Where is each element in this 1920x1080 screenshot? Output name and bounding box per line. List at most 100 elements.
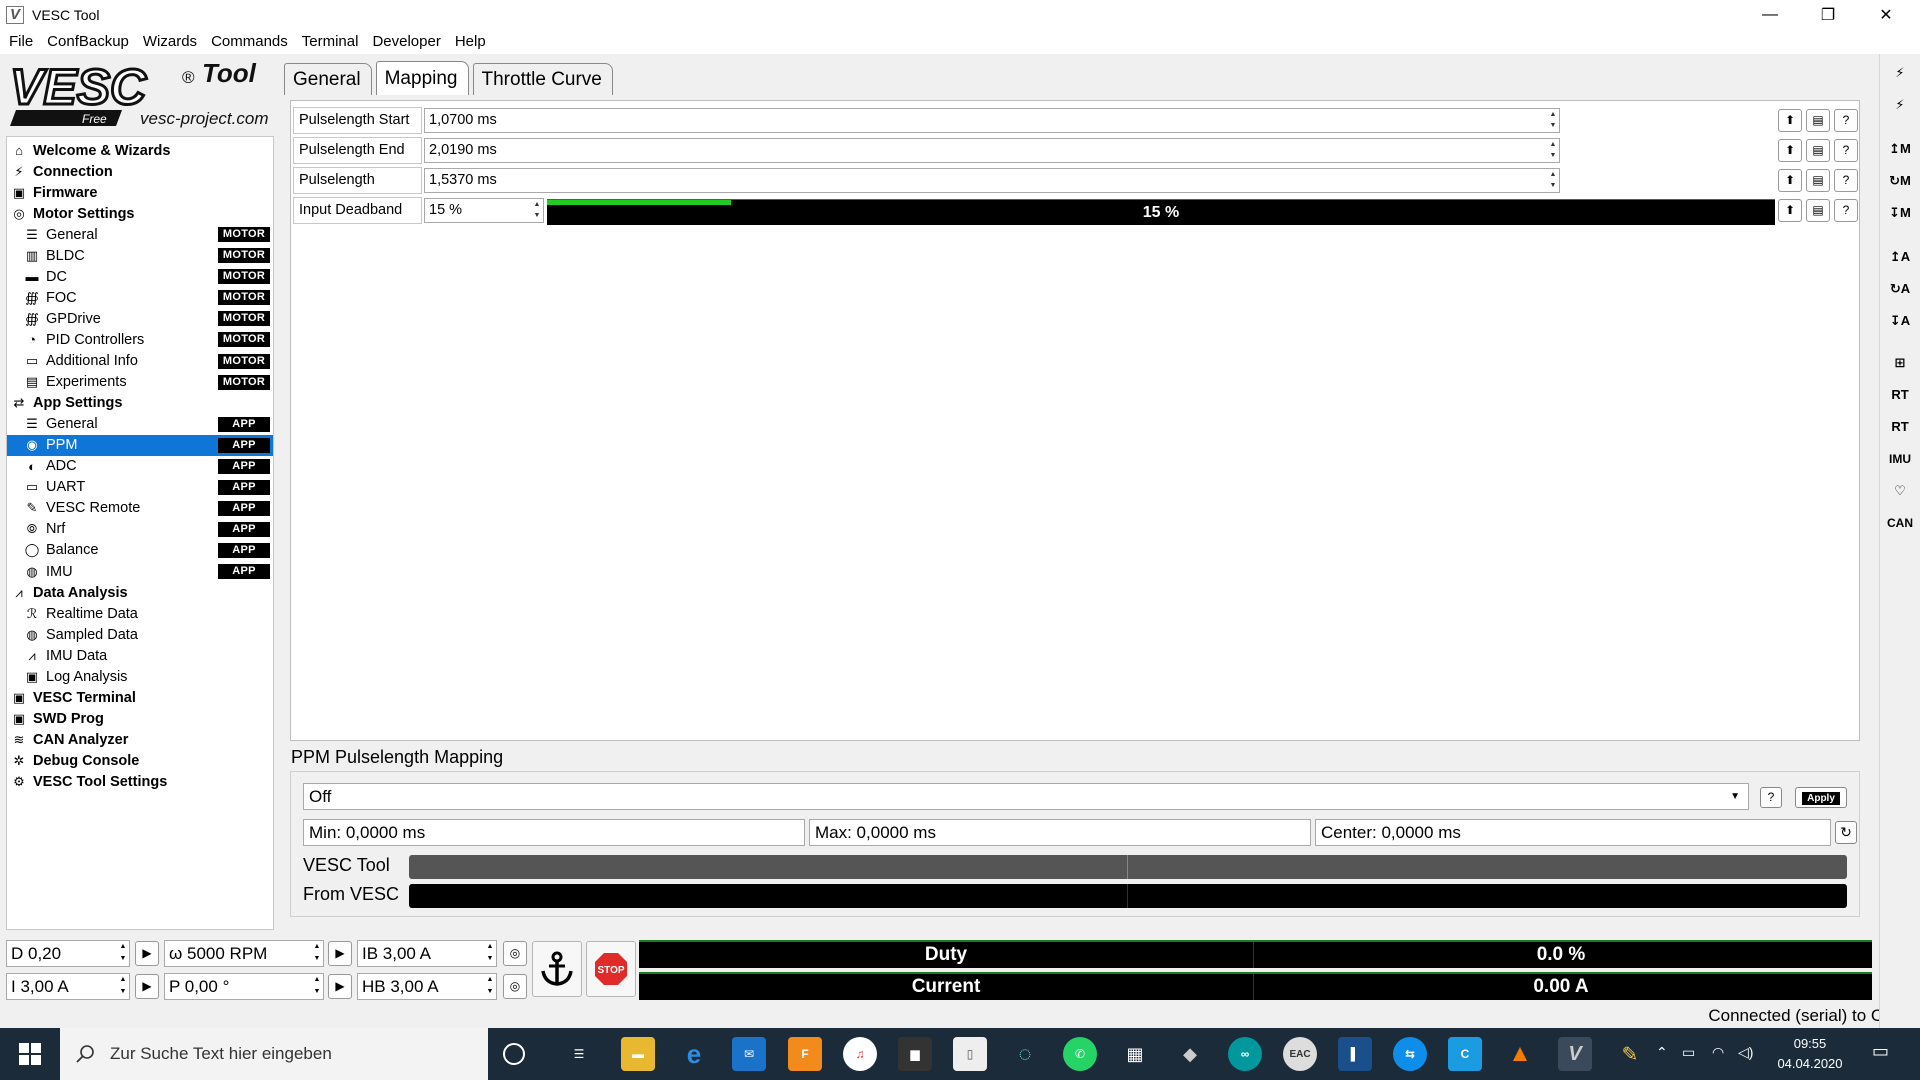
edge-icon[interactable]: e [677, 1037, 711, 1071]
input-deadband-input[interactable]: 15 % ▲ ▼ [424, 198, 544, 223]
upload-icon[interactable]: ⬆ [1778, 109, 1802, 132]
rpm-input[interactable]: ω 5000 RPM ▲ ▼ [164, 940, 324, 967]
brake-icon[interactable]: ◎ [503, 941, 527, 966]
sidebar-item-pid-controllers[interactable]: ◔ PID Controllers MOTOR [7, 329, 273, 350]
pulselength-end-input[interactable]: 2,0190 ms ▲ ▼ [424, 138, 1560, 163]
sidebar-item-ppm[interactable]: ◉ PPM APP [7, 434, 273, 456]
sidebar-item-vesc-terminal[interactable]: ▣ VESC Terminal [7, 687, 273, 708]
sidebar-item-uart[interactable]: ▭ UART APP [7, 477, 273, 498]
menu-help[interactable]: Help [448, 33, 493, 50]
help-icon[interactable]: ? [1834, 199, 1858, 222]
sidebar-item-connection[interactable]: ⚡ Connection [7, 161, 273, 182]
spin-arrows[interactable]: ▲ ▼ [484, 941, 496, 966]
sidebar-item-experiments[interactable]: ▤ Experiments MOTOR [7, 372, 273, 393]
sidebar-item-data-analysis[interactable]: ⩘ Data Analysis [7, 582, 273, 603]
sidebar-item-nrf[interactable]: ⦾ Nrf APP [7, 519, 273, 540]
sidebar-item-general[interactable]: ☰ General MOTOR [7, 224, 273, 245]
timeline-icon[interactable]: ☰ [562, 1037, 596, 1071]
help-icon[interactable]: ? [1834, 169, 1858, 192]
blue-app-icon[interactable]: ▌ [1338, 1037, 1372, 1071]
position-input[interactable]: P 0,00 ° ▲ ▼ [164, 973, 324, 1000]
taskbar-clock[interactable]: 09:55 04.04.2020 [1760, 1034, 1860, 1074]
upload-icon[interactable]: ⬆ [1778, 199, 1802, 222]
sidebar-item-log-analysis[interactable]: ▣ Log Analysis [7, 666, 273, 687]
sidebar-item-realtime-data[interactable]: ℛ Realtime Data [7, 603, 273, 624]
sidebar-item-motor-settings[interactable]: ◎ Motor Settings [7, 203, 273, 224]
read-default-app-config-icon[interactable]: ↻A [1886, 276, 1914, 302]
default-icon[interactable]: ▤ [1806, 139, 1830, 162]
volume-icon[interactable]: ◁) [1738, 1044, 1753, 1061]
rt-app-icon[interactable]: RT [1886, 414, 1914, 440]
menu-terminal[interactable]: Terminal [295, 33, 366, 50]
sidebar-item-sampled-data[interactable]: ◍ Sampled Data [7, 624, 273, 645]
read-app-config-icon[interactable]: ↥A [1886, 244, 1914, 270]
battery-icon[interactable]: ▭ [1682, 1044, 1695, 1061]
default-icon[interactable]: ▤ [1806, 109, 1830, 132]
sidebar-item-welcome-wizards[interactable]: ⌂ Welcome & Wizards [7, 140, 273, 161]
can-fwd-icon[interactable]: ⊞ [1886, 350, 1914, 376]
spin-arrows[interactable]: ▲ ▼ [531, 199, 543, 222]
pulselength-start-input[interactable]: 1,0700 ms ▲ ▼ [424, 108, 1560, 133]
reset-icon[interactable]: ↻ [1835, 821, 1857, 844]
help-icon[interactable]: ? [1834, 139, 1858, 162]
sidebar-item-debug-console[interactable]: ✲ Debug Console [7, 750, 273, 771]
task-view-icon[interactable] [503, 1043, 525, 1065]
write-motor-config-icon[interactable]: ↧M [1886, 200, 1914, 226]
spin-arrows[interactable]: ▲ ▼ [311, 974, 323, 999]
upload-icon[interactable]: ⬆ [1778, 139, 1802, 162]
sidebar-item-dc[interactable]: ▬ DC MOTOR [7, 266, 273, 287]
sidebar-item-adc[interactable]: ◐ ADC APP [7, 456, 273, 477]
store-bag-icon[interactable]: ▆ [898, 1037, 932, 1071]
spin-arrows[interactable]: ▲ ▼ [117, 974, 129, 999]
taskbar-search[interactable]: Zur Suche Text hier eingeben [60, 1028, 488, 1080]
upload-icon[interactable]: ⬆ [1778, 169, 1802, 192]
handbrake-icon[interactable]: ◎ [503, 974, 527, 999]
c-app-icon[interactable]: C [1448, 1037, 1482, 1071]
duty-input[interactable]: D 0,20 ▲ ▼ [6, 940, 130, 967]
sidebar-item-app-settings[interactable]: ⇄ App Settings [7, 393, 273, 414]
sidebar-item-imu-data[interactable]: ⩘ IMU Data [7, 645, 273, 666]
teamviewer-icon[interactable]: ⇆ [1393, 1037, 1427, 1071]
sidebar-item-foc[interactable]: ∰ FOC MOTOR [7, 287, 273, 308]
rt-data-icon[interactable]: RT [1886, 382, 1914, 408]
sidebar-item-can-analyzer[interactable]: ≋ CAN Analyzer [7, 729, 273, 750]
imu-icon[interactable]: IMU [1886, 446, 1914, 472]
mapping-mode-select[interactable]: Off ▼ [303, 783, 1749, 810]
can-icon[interactable]: CAN [1886, 510, 1914, 536]
spiral-app-icon[interactable]: ◌ [1008, 1037, 1042, 1071]
tab-mapping[interactable]: Mapping [375, 61, 469, 95]
menu-commands[interactable]: Commands [204, 33, 295, 50]
tab-throttle-curve[interactable]: Throttle Curve [472, 63, 613, 95]
ib-input[interactable]: IB 3,00 A ▲ ▼ [357, 940, 497, 967]
sidebar-item-balance[interactable]: ◯ Balance APP [7, 540, 273, 561]
heart-icon[interactable]: ♡ [1886, 478, 1914, 504]
sidebar-item-swd-prog[interactable]: ▣ SWD Prog [7, 708, 273, 729]
menu-wizards[interactable]: Wizards [136, 33, 204, 50]
mail-icon[interactable]: ✉ [732, 1037, 766, 1071]
spin-arrows[interactable]: ▲ ▼ [117, 941, 129, 966]
play-current-icon[interactable]: ▶ [135, 974, 159, 999]
hat-app-icon[interactable]: ◆ [1173, 1037, 1207, 1071]
eac-icon[interactable]: EAC [1283, 1037, 1317, 1071]
play-duty-icon[interactable]: ▶ [135, 941, 159, 966]
stop-button[interactable]: STOP [586, 941, 636, 997]
tray-chevron-icon[interactable]: ⌃ [1656, 1044, 1668, 1061]
app-f-icon[interactable]: F [788, 1037, 822, 1071]
paint-icon[interactable]: ✎ [1613, 1037, 1647, 1071]
spin-arrows[interactable]: ▲ ▼ [1547, 169, 1559, 192]
sidebar-item-vesc-tool-settings[interactable]: ⚙ VESC Tool Settings [7, 772, 273, 793]
connect-icon[interactable]: ⚡ [1886, 60, 1914, 86]
tab-general[interactable]: General [284, 63, 372, 95]
play-rpm-icon[interactable]: ▶ [328, 941, 352, 966]
sidebar-item-gpdrive[interactable]: ∰ GPDrive MOTOR [7, 308, 273, 329]
hb-input[interactable]: HB 3,00 A ▲ ▼ [357, 973, 497, 1000]
vlc-icon[interactable]: ▲ [1503, 1037, 1537, 1071]
wifi-icon[interactable]: ◠ [1712, 1044, 1724, 1061]
menu-file[interactable]: File [0, 33, 40, 50]
maximize-button[interactable]: ❐ [1802, 0, 1854, 29]
read-default-motor-config-icon[interactable]: ↻M [1886, 168, 1914, 194]
vesc-taskbar-icon[interactable]: V [1558, 1037, 1592, 1071]
anchor-button[interactable] [532, 941, 582, 997]
sidebar-item-imu[interactable]: ◍ IMU APP [7, 561, 273, 582]
explorer-icon[interactable]: ▬ [621, 1037, 655, 1071]
